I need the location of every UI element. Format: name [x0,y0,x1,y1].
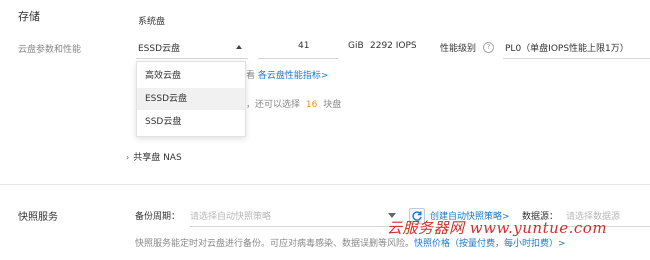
disk-type-select[interactable]: ESSD云盘 [138,41,248,55]
backup-policy-underline [190,225,402,227]
snapshot-section-title: 快照服务 [18,212,58,223]
dropdown-option-ssd[interactable]: SSD云盘 [137,111,245,133]
perf-hint: 看 各云盘性能指标> [246,68,328,81]
backup-cycle-label: 备份周期： [135,212,181,222]
storage-section-title: 存储 [18,10,40,23]
disk-type-underline [136,57,248,59]
quota-hint-suffix: 块盘 [323,100,342,110]
perf-level-select[interactable]: PL0（单盘IOPS性能上限1万） [505,41,629,54]
dropdown-option-essd[interactable]: ESSD云盘 [137,88,245,110]
caret-up-icon [236,45,242,49]
iops-value: 2292 IOPS [370,41,417,51]
perf-metrics-link[interactable]: 各云盘性能指标> [258,71,329,81]
nas-label: 共享盘 NAS [133,153,182,163]
snapshot-price-link[interactable]: 快照价格（按量付费，每小时扣费）> [414,239,566,249]
perf-level-underline [503,57,650,59]
perf-level-value: PL0（单盘IOPS性能上限1万） [505,44,629,54]
disk-unit: GiB [348,41,364,51]
nas-expander[interactable]: › 共享盘 NAS [126,150,182,163]
site-watermark: 云服务器网 www.yuntue.com [387,219,608,237]
help-icon[interactable]: ? [483,42,494,53]
quota-hint: ，还可以选择 16 块盘 [246,97,341,110]
section-divider [0,184,650,185]
disk-size-input[interactable]: 41 [258,41,338,55]
backup-policy-placeholder: 请选择自动快照策略 [190,212,272,222]
disk-type-dropdown: 高效云盘 ESSD云盘 SSD云盘 [136,61,246,137]
quota-count: 16 [305,100,318,110]
perf-hint-prefix: 看 [246,71,256,81]
perf-level-label: 性能级别 [440,44,477,54]
snapshot-desc-text: 快照服务能定时对云盘进行备份。可应对病毒感染、数据误删等风险。 [135,239,415,249]
disk-size-underline [258,57,338,59]
system-disk-label: 系统盘 [138,17,166,27]
storage-section-subtitle: 云盘参数和性能 [18,45,82,55]
chevron-right-icon: › [126,153,130,162]
quota-hint-prefix: ，还可以选择 [246,100,301,110]
backup-policy-select[interactable]: 请选择自动快照策略 [190,209,400,222]
dropdown-option-efficient[interactable]: 高效云盘 [137,65,245,87]
disk-size-value: 41 [298,41,310,51]
disk-type-value: ESSD云盘 [138,44,181,54]
